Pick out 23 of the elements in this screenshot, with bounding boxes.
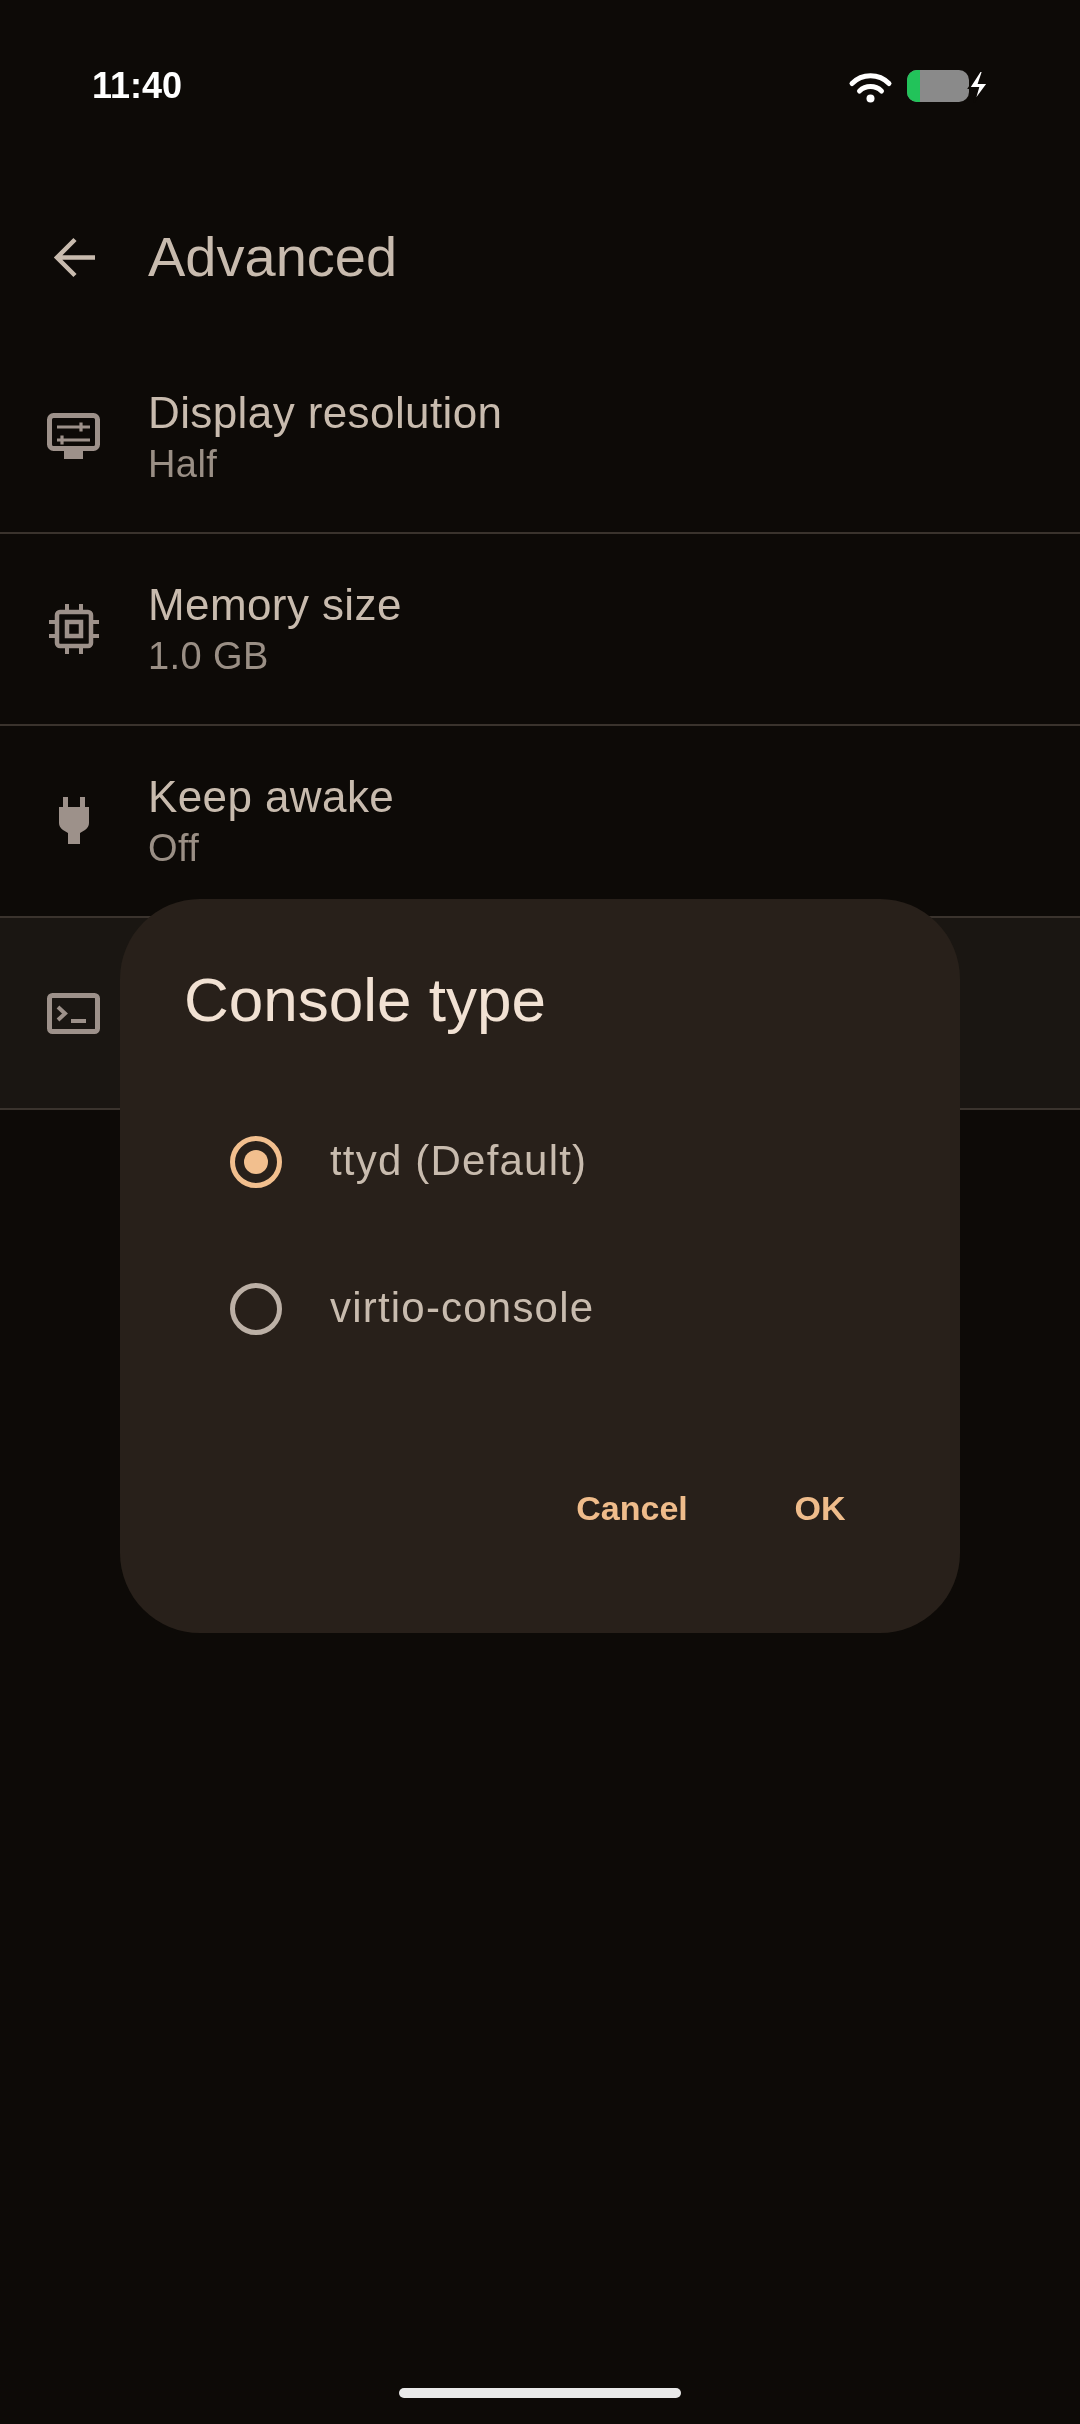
clock-time: 11:40 [92,64,183,108]
dialog-title: Console type [184,964,546,1036]
battery-charging-icon [907,68,989,104]
screen-title: Advanced [148,224,398,291]
terminal-icon [47,992,100,1034]
back-arrow-icon[interactable] [52,235,97,279]
option-label: virtio-console [330,1283,595,1334]
setting-value: Off [148,825,200,871]
radio-button[interactable] [230,1135,282,1188]
setting-value: 1.0 GB [148,633,269,679]
setting-title: Display resolution [148,386,503,439]
dialog-button[interactable]: OK [736,1456,904,1561]
setting-value: Half [148,441,218,487]
setting-title: Memory size [148,578,402,631]
dialog-button[interactable]: Cancel [548,1456,716,1561]
chip-icon [48,604,99,654]
setting-title: Keep awake [148,770,395,823]
settings-item[interactable]: Display resolution Half [0,342,1080,534]
monitor-icon [47,413,100,461]
settings-item[interactable]: Memory size 1.0 GB [0,534,1080,726]
plug-icon [56,797,91,845]
option-label: ttyd (Default) [330,1136,588,1187]
radio-button[interactable] [230,1282,282,1335]
